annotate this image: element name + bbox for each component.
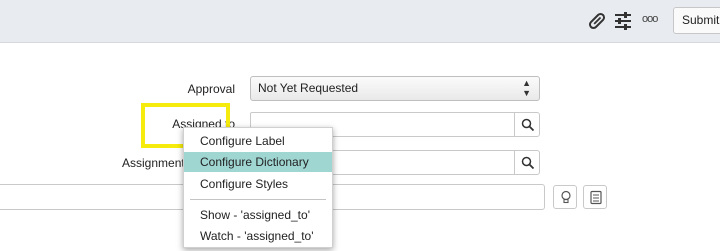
menu-item-configure-dictionary[interactable]: Configure Dictionary xyxy=(184,152,332,172)
lightbulb-button[interactable] xyxy=(553,185,577,209)
menu-separator xyxy=(190,199,326,200)
sliders-icon[interactable] xyxy=(613,11,633,31)
approval-label: Approval xyxy=(187,82,235,96)
form-preview-icon xyxy=(590,190,602,205)
select-arrows-icon: ▲ ▼ xyxy=(522,78,531,98)
search-icon xyxy=(521,118,535,132)
form-header-toolbar: ooo Submit xyxy=(0,0,720,43)
paperclip-icon[interactable] xyxy=(587,11,607,31)
search-icon xyxy=(521,156,535,170)
assigned-to-lookup-button[interactable] xyxy=(514,112,540,137)
approval-select[interactable]: Not Yet Requested ▲ ▼ xyxy=(250,76,540,101)
submit-button[interactable]: Submit xyxy=(673,7,720,34)
label-context-menu: Configure Label Configure Dictionary Con… xyxy=(183,127,333,248)
menu-item-configure-label[interactable]: Configure Label xyxy=(184,131,332,151)
more-options-icon[interactable]: ooo xyxy=(642,13,658,25)
record-preview-button[interactable] xyxy=(583,185,607,209)
menu-item-show-assigned-to[interactable]: Show - 'assigned_to' xyxy=(184,205,332,225)
assignment-group-lookup-button[interactable] xyxy=(514,150,540,175)
lightbulb-icon xyxy=(561,190,571,204)
menu-item-watch-assigned-to[interactable]: Watch - 'assigned_to' xyxy=(184,226,332,246)
menu-item-configure-styles[interactable]: Configure Styles xyxy=(184,174,332,194)
approval-selected-value: Not Yet Requested xyxy=(258,81,359,95)
